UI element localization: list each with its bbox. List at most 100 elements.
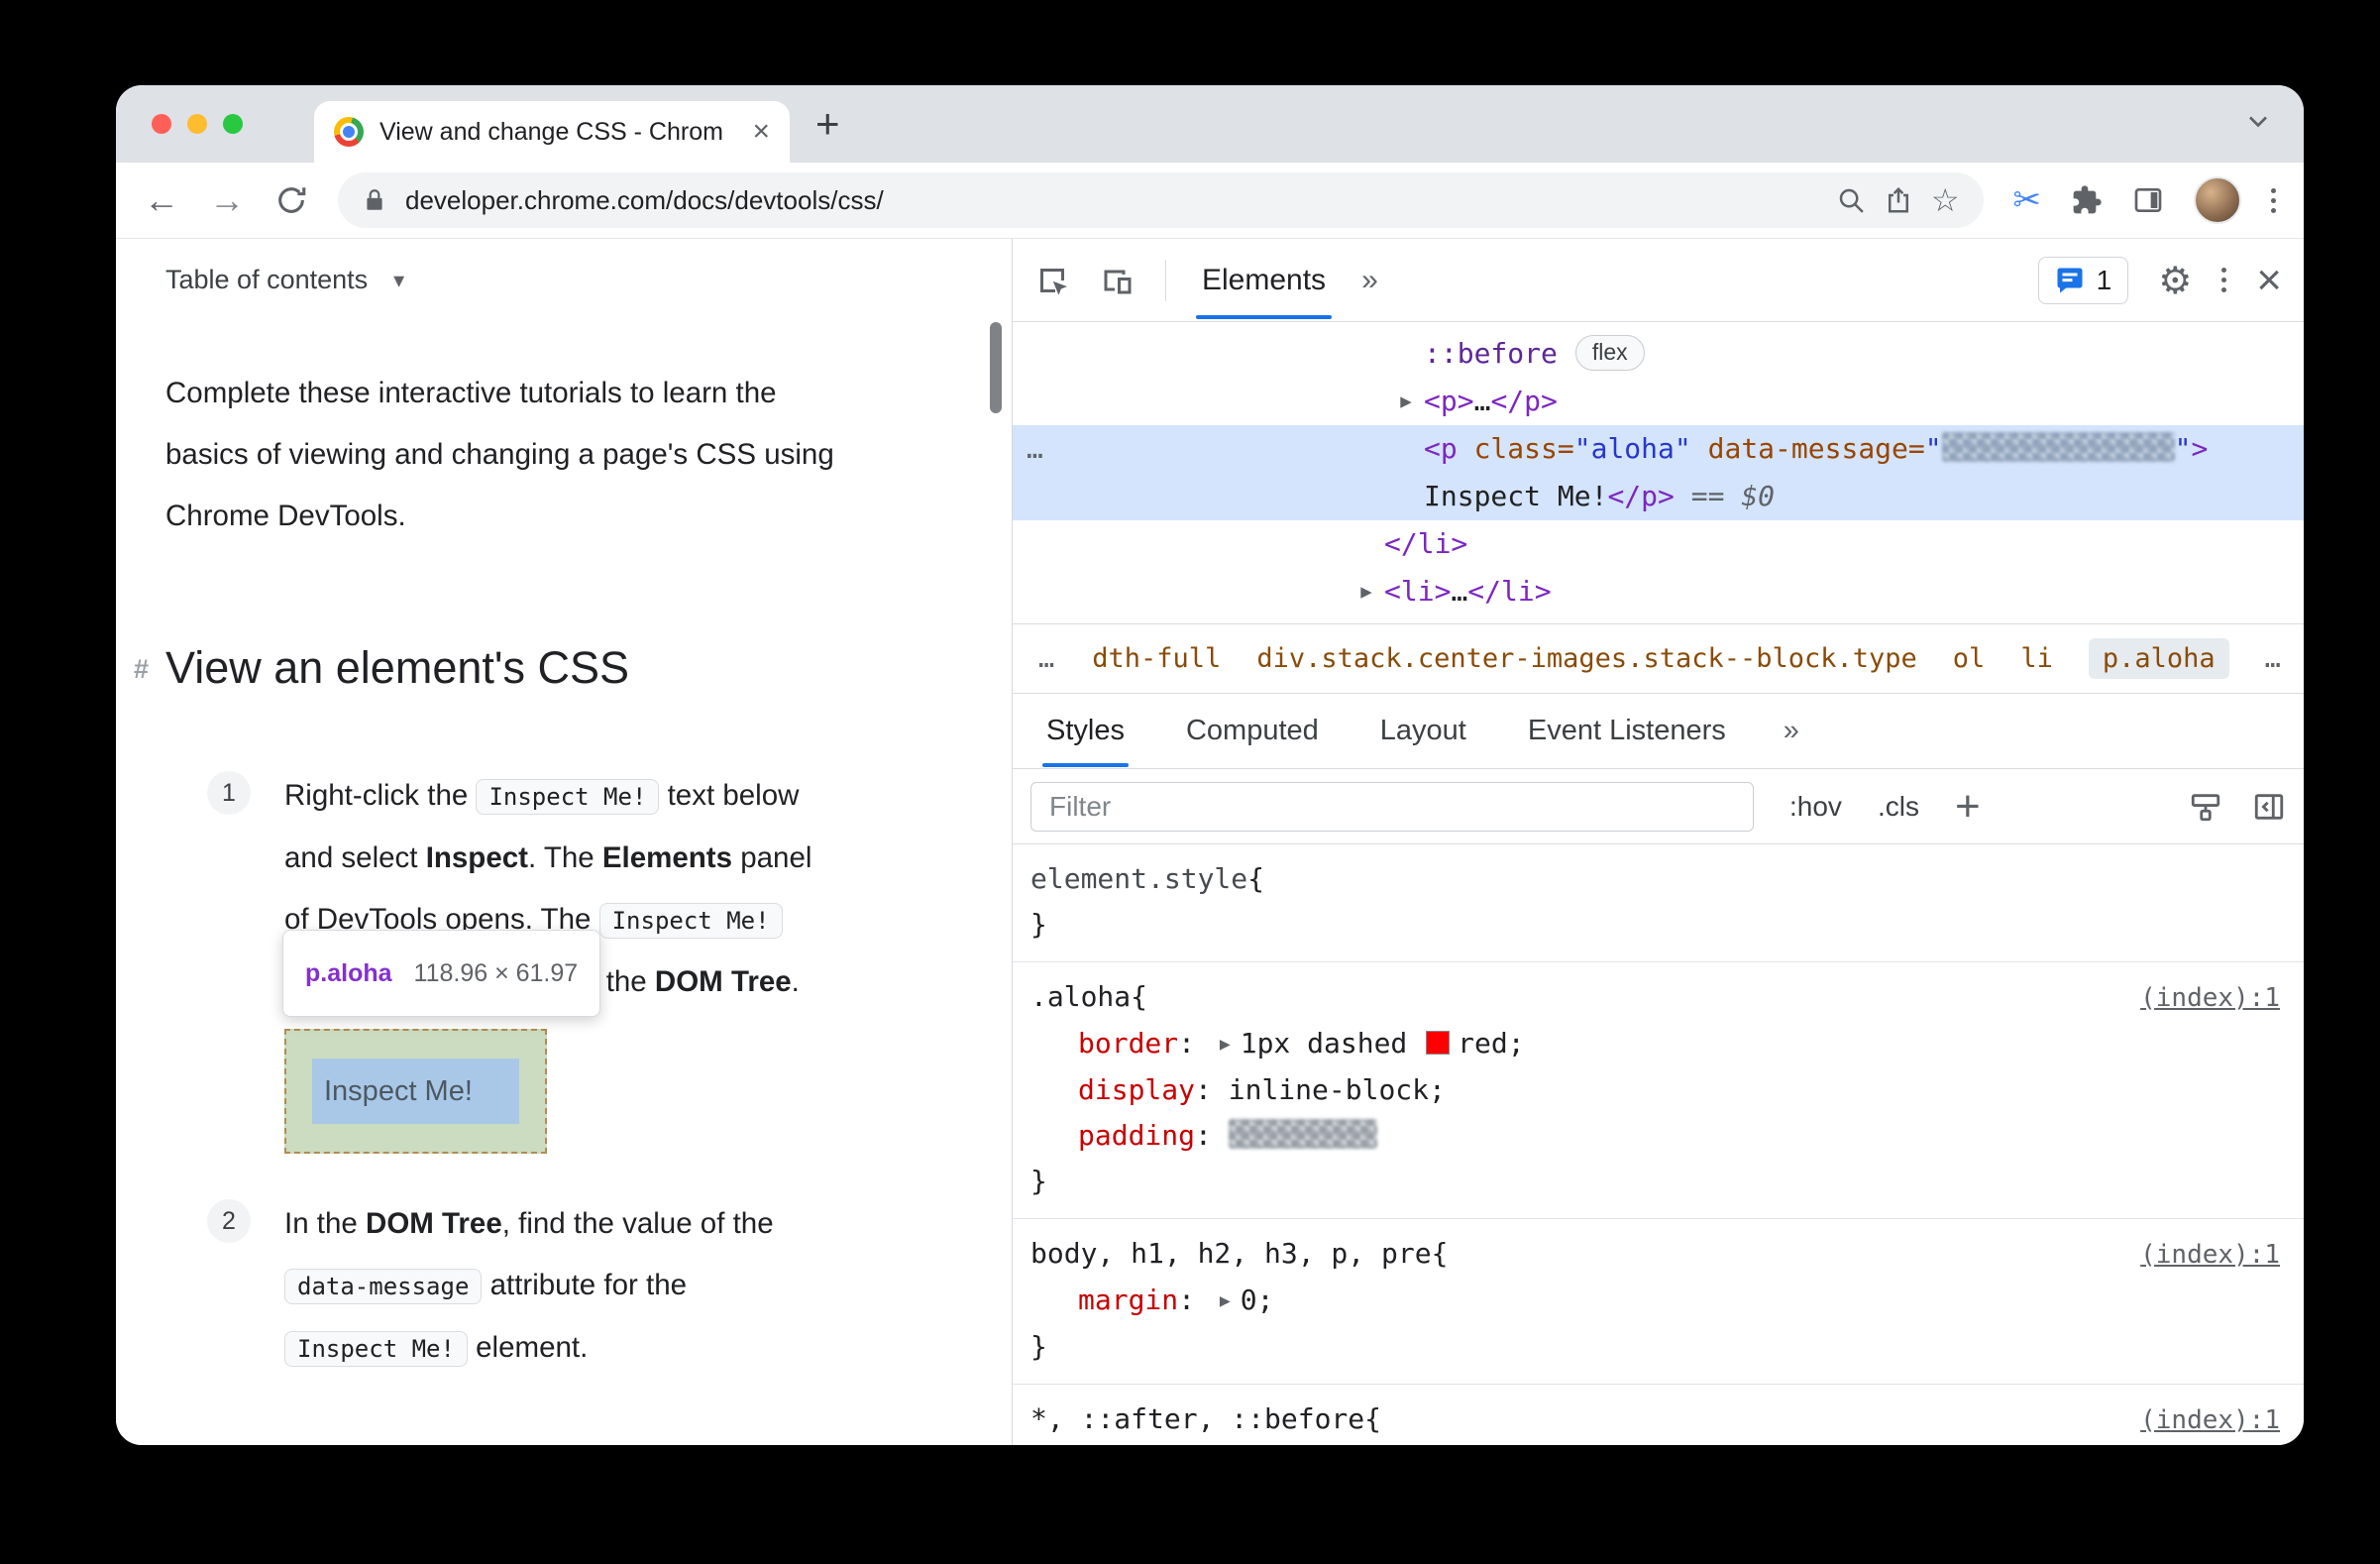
devtools-menu-kebab-icon[interactable] [2221,268,2227,292]
breadcrumb-item[interactable]: p.aloha [2088,638,2229,679]
side-panel-icon[interactable] [2132,184,2164,216]
inspect-element-icon[interactable] [1034,263,1070,298]
css-property[interactable]: margin: ▶ 0; [1013,1278,2304,1324]
tab-title: View and change CSS - Chrom [379,117,723,146]
new-style-rule-button[interactable]: + [1955,784,1981,829]
extensions-puzzle-icon[interactable] [2071,184,2103,216]
more-tabs-icon[interactable]: » [1784,715,1799,747]
css-rule: body, h1, h2, h3, p, pre {(index):1 margi… [1013,1219,2304,1385]
breadcrumb-item[interactable]: ol [1953,643,1986,674]
settings-gear-icon[interactable]: ⚙ [2158,262,2192,299]
styles-pane-tabs: Styles Computed Layout Event Listeners » [1013,693,2304,768]
window-controls [152,114,243,134]
dom-tree-row-selected[interactable]: … <p class="aloha" data-message=" "> Inspec… [1013,425,2304,520]
inline-code-chip: data-message [284,1269,483,1304]
css-rule: .aloha {(index):1 border: ▶ 1px dashed red… [1013,962,2304,1219]
chrome-favicon-icon [334,117,364,147]
css-property[interactable]: border: ▶ 1px dashed red; [1013,1021,2304,1067]
forward-icon[interactable]: → [209,182,245,218]
close-window-button[interactable] [152,114,171,134]
inline-code-chip: Inspect Me! [476,779,660,815]
table-of-contents-button[interactable]: Table of contents ▾ [165,265,1012,295]
fullscreen-window-button[interactable] [223,114,243,134]
css-rule: *, ::after, ::before {(index):1box-sizin… [1013,1385,2304,1445]
css-selector[interactable]: body, h1, h2, h3, p, pre [1030,1231,1432,1277]
minimize-window-button[interactable] [187,114,207,134]
css-property[interactable]: box-sizing: border-box; [1013,1443,2304,1445]
color-swatch[interactable] [1426,1031,1451,1055]
stylesheet-source-link[interactable]: (index):1 [2140,1232,2280,1278]
styles-pane: element.style {} .aloha {(index):1 border:… [1013,843,2304,1445]
expand-arrow-icon[interactable]: ▶ [1388,378,1424,425]
tab-search-chevron-icon[interactable] [2242,106,2274,143]
element-size-tooltip: p.aloha 118.96 × 61.97 [282,930,601,1017]
breadcrumb-item[interactable]: li [2020,643,2053,674]
toggle-hover-state-button[interactable]: :hov [1789,791,1842,823]
tooltip-dimensions: 118.96 × 61.97 [413,959,579,987]
scissors-extension-icon[interactable]: ✂ [2013,180,2042,220]
expand-arrow-icon[interactable]: ▶ [1220,1279,1231,1324]
inline-code-chip: Inspect Me! [598,903,783,939]
tab-computed[interactable]: Computed [1182,695,1323,767]
zoom-icon[interactable] [1836,185,1866,215]
tutorial-step-2: 2 In the DOM Tree, find the value of the… [207,1193,1012,1380]
css-selector[interactable]: .aloha [1030,974,1131,1020]
inspect-me-element[interactable]: Inspect Me! [284,1029,547,1154]
css-property[interactable]: display: inline-block; [1013,1067,2304,1113]
css-property[interactable]: padding: [1013,1113,2304,1159]
style-editor-icon[interactable] [2189,790,2222,824]
step-number-badge: 1 [207,771,251,815]
content-area: Table of contents ▾ Complete these inter… [116,239,2304,1445]
tab-event-listeners[interactable]: Event Listeners [1524,695,1730,767]
toggle-sidebar-icon[interactable] [2252,790,2286,824]
step-2-text: In the DOM Tree, find the value of the d… [284,1193,824,1380]
bookmark-star-icon[interactable]: ☆ [1931,181,1960,219]
inspect-me-content[interactable]: Inspect Me! [312,1059,519,1124]
breadcrumb-item[interactable]: dth-full [1092,643,1221,674]
profile-avatar[interactable] [2194,176,2241,224]
expand-arrow-icon[interactable]: ▶ [1349,568,1384,615]
css-selector[interactable]: *, ::after, ::before [1030,1396,1364,1442]
browser-menu-kebab-icon[interactable] [2271,187,2276,213]
breadcrumb-item[interactable]: … [1038,643,1056,674]
url-text[interactable]: developer.chrome.com/docs/devtools/css/ [405,185,1818,216]
toggle-classes-button[interactable]: .cls [1878,791,1919,823]
share-icon[interactable] [1884,185,1913,215]
reload-icon[interactable] [274,183,308,217]
flex-badge[interactable]: flex [1574,335,1645,371]
page-title: # View an element's CSS [134,642,629,693]
back-icon[interactable]: ← [144,182,179,218]
tab-styles[interactable]: Styles [1042,695,1129,767]
new-tab-button[interactable]: + [815,100,840,148]
breadcrumb-item[interactable]: … [2265,643,2283,674]
styles-filter-input[interactable] [1030,781,1754,832]
devtools-close-icon[interactable]: × [2256,258,2282,302]
more-panels-icon[interactable]: » [1361,264,1378,297]
dom-tree-row[interactable]: ::before flex [1013,330,2304,378]
issues-badge[interactable]: 1 [2037,256,2129,304]
css-selector[interactable]: element.style [1030,856,1247,902]
address-bar[interactable]: developer.chrome.com/docs/devtools/css/ … [338,172,1984,228]
dom-tree: ::before flex ▶ <p>…</p>… <p class="aloha" d… [1013,322,2304,623]
device-toolbar-icon[interactable] [1100,263,1136,298]
docs-scrollbar-thumb[interactable] [990,322,1002,413]
toolbar-divider [1165,259,1166,301]
dom-tree-row[interactable]: ▶ <p>…</p> [1013,378,2304,425]
browser-window: View and change CSS - Chrom × + ← → deve… [116,85,2304,1445]
inline-code-chip: Inspect Me! [284,1331,468,1367]
stylesheet-source-link[interactable]: (index):1 [2140,1397,2280,1443]
tab-layout[interactable]: Layout [1376,695,1470,767]
breadcrumb-item[interactable]: div.stack.center-images.stack--block.typ… [1256,643,1916,674]
tab-elements[interactable]: Elements [1196,242,1333,319]
heading-anchor-hash[interactable]: # [134,654,149,685]
tutorial-step-1: 1 Right-click the Inspect Me! text below… [207,765,1012,1154]
tab-close-icon[interactable]: × [752,117,770,147]
dom-tree-row[interactable]: ▶ <li>…</li> [1013,568,2304,615]
toc-label: Table of contents [165,265,369,294]
dom-tree-row[interactable]: </li> [1013,520,2304,568]
browser-tab[interactable]: View and change CSS - Chrom × [314,101,790,163]
issues-count: 1 [2096,264,2112,295]
expand-arrow-icon[interactable]: ▶ [1220,1022,1231,1067]
stylesheet-source-link[interactable]: (index):1 [2140,975,2280,1021]
lock-icon[interactable] [362,187,387,213]
